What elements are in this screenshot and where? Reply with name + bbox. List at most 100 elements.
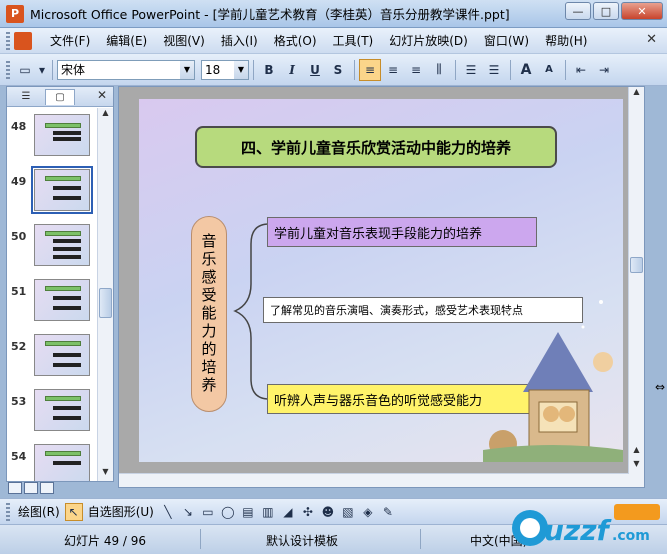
slide-thumbnail[interactable]: 49: [7, 166, 97, 221]
slide-canvas[interactable]: 四、学前儿童音乐欣赏活动中能力的培养 音乐感受能力的培养 学前儿童对音乐表现手段…: [139, 99, 623, 462]
slide-thumbnail-image[interactable]: [31, 166, 93, 214]
line-color-icon[interactable]: ✎: [379, 503, 397, 521]
menu-edit[interactable]: 编辑(E): [98, 30, 155, 52]
align-right-icon[interactable]: ≡: [405, 59, 427, 81]
menu-format[interactable]: 格式(O): [266, 30, 325, 52]
scrollbar-thumb[interactable]: [630, 257, 643, 273]
slide-thumbnail-image[interactable]: [34, 114, 90, 156]
menu-help[interactable]: 帮助(H): [537, 30, 595, 52]
align-left-icon[interactable]: ≡: [359, 58, 381, 81]
chevron-down-icon[interactable]: ▼: [234, 60, 248, 79]
font-name-select[interactable]: 宋体 ▼: [57, 59, 195, 80]
wordart-tool-icon[interactable]: ◢: [279, 503, 297, 521]
document-icon[interactable]: [14, 31, 32, 50]
align-center-icon[interactable]: ≡: [382, 59, 404, 81]
italic-button[interactable]: I: [281, 59, 303, 81]
autoshapes-menu-button[interactable]: 自选图形(U): [84, 503, 158, 520]
topic-item-1[interactable]: 学前儿童对音乐表现手段能力的培养: [267, 217, 537, 247]
slide-thumbnail[interactable]: 50: [7, 224, 97, 276]
formatting-toolbar: ▭ ▾ 宋体 ▼ 18 ▼ B I U S ≡ ≡ ≡ ⫼ ☰ ☰ A A ⇤ …: [0, 54, 667, 86]
slide-thumbnail[interactable]: 48: [7, 114, 97, 166]
previous-slide-icon[interactable]: ▲: [630, 445, 643, 459]
slide-thumbnail-image[interactable]: [34, 389, 90, 431]
slide-thumbnail-image[interactable]: [34, 279, 90, 321]
line-tool-icon[interactable]: ╲: [159, 503, 177, 521]
scroll-up-icon[interactable]: ▲: [99, 108, 112, 122]
clipart-tool-icon[interactable]: ☻: [319, 503, 337, 521]
menu-file[interactable]: 文件(F): [42, 30, 98, 52]
minimize-button[interactable]: —: [565, 2, 591, 20]
scroll-down-icon[interactable]: ▼: [99, 467, 112, 481]
shadow-button[interactable]: S: [327, 59, 349, 81]
scroll-up-icon[interactable]: ▲: [630, 87, 643, 101]
slide-sorter-icon[interactable]: [24, 482, 38, 494]
bullet-list-icon[interactable]: ☰: [483, 59, 505, 81]
vertical-topic-label[interactable]: 音乐感受能力的培养: [191, 216, 227, 412]
vertical-textbox-tool-icon[interactable]: ▥: [259, 503, 277, 521]
slide-thumbnail-image[interactable]: [34, 224, 90, 266]
bold-button[interactable]: B: [258, 59, 280, 81]
slide-thumbnail-image[interactable]: [34, 444, 90, 481]
pane-tabs: ☰ ▢ ✕: [7, 87, 113, 107]
arrow-tool-icon[interactable]: ↘: [179, 503, 197, 521]
powerpoint-app-icon[interactable]: P: [6, 4, 24, 23]
resize-cursor-icon: ⇔: [654, 380, 665, 394]
thumbnail-shape: [53, 296, 81, 300]
close-button[interactable]: ✕: [621, 2, 663, 20]
chevron-down-icon[interactable]: ▼: [180, 60, 194, 79]
close-pane-icon[interactable]: ✕: [97, 88, 107, 102]
document-close-icon[interactable]: ✕: [646, 32, 657, 47]
numbered-list-icon[interactable]: ☰: [460, 59, 482, 81]
thumbnail-shape: [45, 231, 81, 236]
slide-vertical-scrollbar[interactable]: ▲ ▲ ▼: [628, 87, 644, 487]
thumbnail-shape: [45, 451, 81, 456]
thumbnail-shape: [45, 341, 81, 346]
cartoon-house-illustration: [483, 300, 623, 462]
normal-view-icon[interactable]: [8, 482, 22, 494]
font-size-select[interactable]: 18 ▼: [201, 59, 249, 80]
increase-font-button[interactable]: A: [515, 59, 537, 81]
toolbar-grip[interactable]: [6, 502, 10, 521]
uzzf-watermark-logo: uzzf .com: [512, 504, 660, 547]
new-document-icon[interactable]: ▭: [14, 59, 36, 81]
menu-grip[interactable]: [6, 31, 10, 50]
picture-tool-icon[interactable]: ▧: [339, 503, 357, 521]
scrollbar-thumb[interactable]: [99, 288, 112, 318]
font-size-value: 18: [205, 62, 221, 77]
menu-view[interactable]: 视图(V): [155, 30, 213, 52]
underline-button[interactable]: U: [304, 59, 326, 81]
decrease-font-button[interactable]: A: [538, 59, 560, 81]
vertical-text-icon[interactable]: ⫼: [428, 59, 450, 81]
thumbnail-shape: [53, 186, 81, 190]
draw-menu-button[interactable]: 绘图(R): [14, 503, 64, 520]
next-slide-icon[interactable]: ▼: [630, 459, 643, 473]
select-pointer-icon[interactable]: ↖: [64, 502, 83, 521]
thumbnail-shape: [53, 353, 81, 357]
slide-horizontal-scrollbar[interactable]: [119, 473, 629, 487]
slide-thumbnail[interactable]: 54: [7, 444, 97, 481]
slideshow-view-icon[interactable]: [40, 482, 54, 494]
toolbar-grip[interactable]: [6, 60, 10, 79]
slide-thumbnail[interactable]: 53: [7, 389, 97, 441]
decrease-indent-icon[interactable]: ⇤: [570, 59, 592, 81]
maximize-button[interactable]: □: [593, 2, 619, 20]
slides-pane-scrollbar[interactable]: ▲ ▼: [97, 108, 113, 481]
slide-thumbnail-image[interactable]: [34, 334, 90, 376]
slide-thumbnail[interactable]: 52: [7, 334, 97, 386]
diagram-tool-icon[interactable]: ✣: [299, 503, 317, 521]
thumbnail-shape: [45, 396, 81, 401]
increase-indent-icon[interactable]: ⇥: [593, 59, 615, 81]
menu-bar: 文件(F) 编辑(E) 视图(V) 插入(I) 格式(O) 工具(T) 幻灯片放…: [0, 28, 667, 54]
menu-insert[interactable]: 插入(I): [213, 30, 266, 52]
toolbar-options-icon[interactable]: ▾: [37, 59, 47, 81]
menu-slideshow[interactable]: 幻灯片放映(D): [381, 30, 476, 52]
textbox-tool-icon[interactable]: ▤: [239, 503, 257, 521]
tab-slides[interactable]: ▢: [45, 88, 75, 105]
slide-thumbnail[interactable]: 51: [7, 279, 97, 331]
menu-tools[interactable]: 工具(T): [325, 30, 382, 52]
fill-color-icon[interactable]: ◈: [359, 503, 377, 521]
tab-outline[interactable]: ☰: [11, 89, 41, 105]
menu-window[interactable]: 窗口(W): [476, 30, 537, 52]
rectangle-tool-icon[interactable]: ▭: [199, 503, 217, 521]
oval-tool-icon[interactable]: ◯: [219, 503, 237, 521]
